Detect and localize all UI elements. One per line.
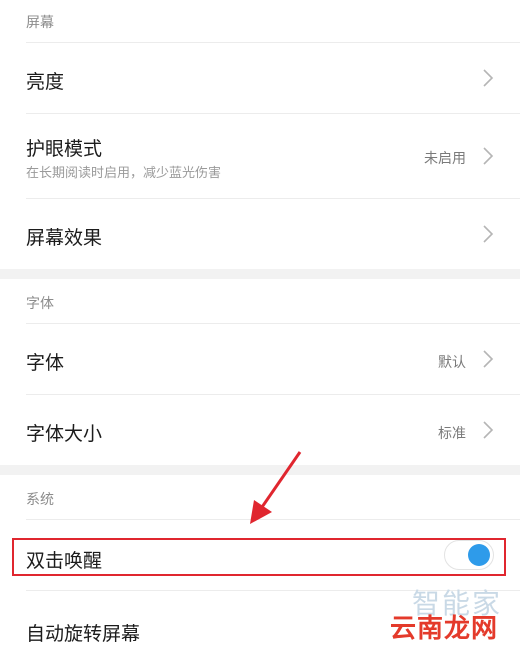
row-value-eye-care: 未启用 <box>424 151 466 167</box>
section-gap <box>0 465 520 475</box>
row-screen-effect[interactable]: 屏幕效果 <box>0 199 520 269</box>
section-header-screen: 屏幕 <box>0 0 520 42</box>
row-eye-care[interactable]: 护眼模式 在长期阅读时启用，减少蓝光伤害 未启用 <box>0 114 520 198</box>
row-font-size[interactable]: 字体大小 标准 <box>0 395 520 465</box>
chevron-right-icon <box>483 69 494 87</box>
row-font[interactable]: 字体 默认 <box>0 324 520 394</box>
row-title-eye-care: 护眼模式 <box>26 138 103 160</box>
watermark-bottom-text: 云南龙网 <box>389 614 498 644</box>
section-gap <box>0 269 520 279</box>
chevron-right-icon <box>483 225 494 243</box>
section-title-screen: 屏幕 <box>26 15 54 31</box>
row-value-font: 默认 <box>438 355 466 371</box>
row-title-font: 字体 <box>26 352 65 374</box>
row-subtitle-eye-care: 在长期阅读时启用，减少蓝光伤害 <box>26 166 222 181</box>
annotation-highlight-box <box>12 538 506 576</box>
row-brightness[interactable]: 亮度 <box>0 43 520 113</box>
section-title-system: 系统 <box>26 492 54 508</box>
row-title-brightness: 亮度 <box>26 71 65 93</box>
row-value-font-size: 标准 <box>438 426 466 442</box>
section-title-font: 字体 <box>26 296 54 312</box>
chevron-right-icon <box>483 421 494 439</box>
chevron-right-icon <box>483 350 494 368</box>
row-title-font-size: 字体大小 <box>26 423 103 445</box>
row-title-auto-rotate: 自动旋转屏幕 <box>26 623 141 645</box>
section-header-font: 字体 <box>0 279 520 323</box>
chevron-right-icon <box>483 147 494 165</box>
watermark: 智能家 云南龙网 <box>368 582 502 644</box>
section-header-system: 系统 <box>0 475 520 519</box>
row-title-screen-effect: 屏幕效果 <box>26 227 103 249</box>
